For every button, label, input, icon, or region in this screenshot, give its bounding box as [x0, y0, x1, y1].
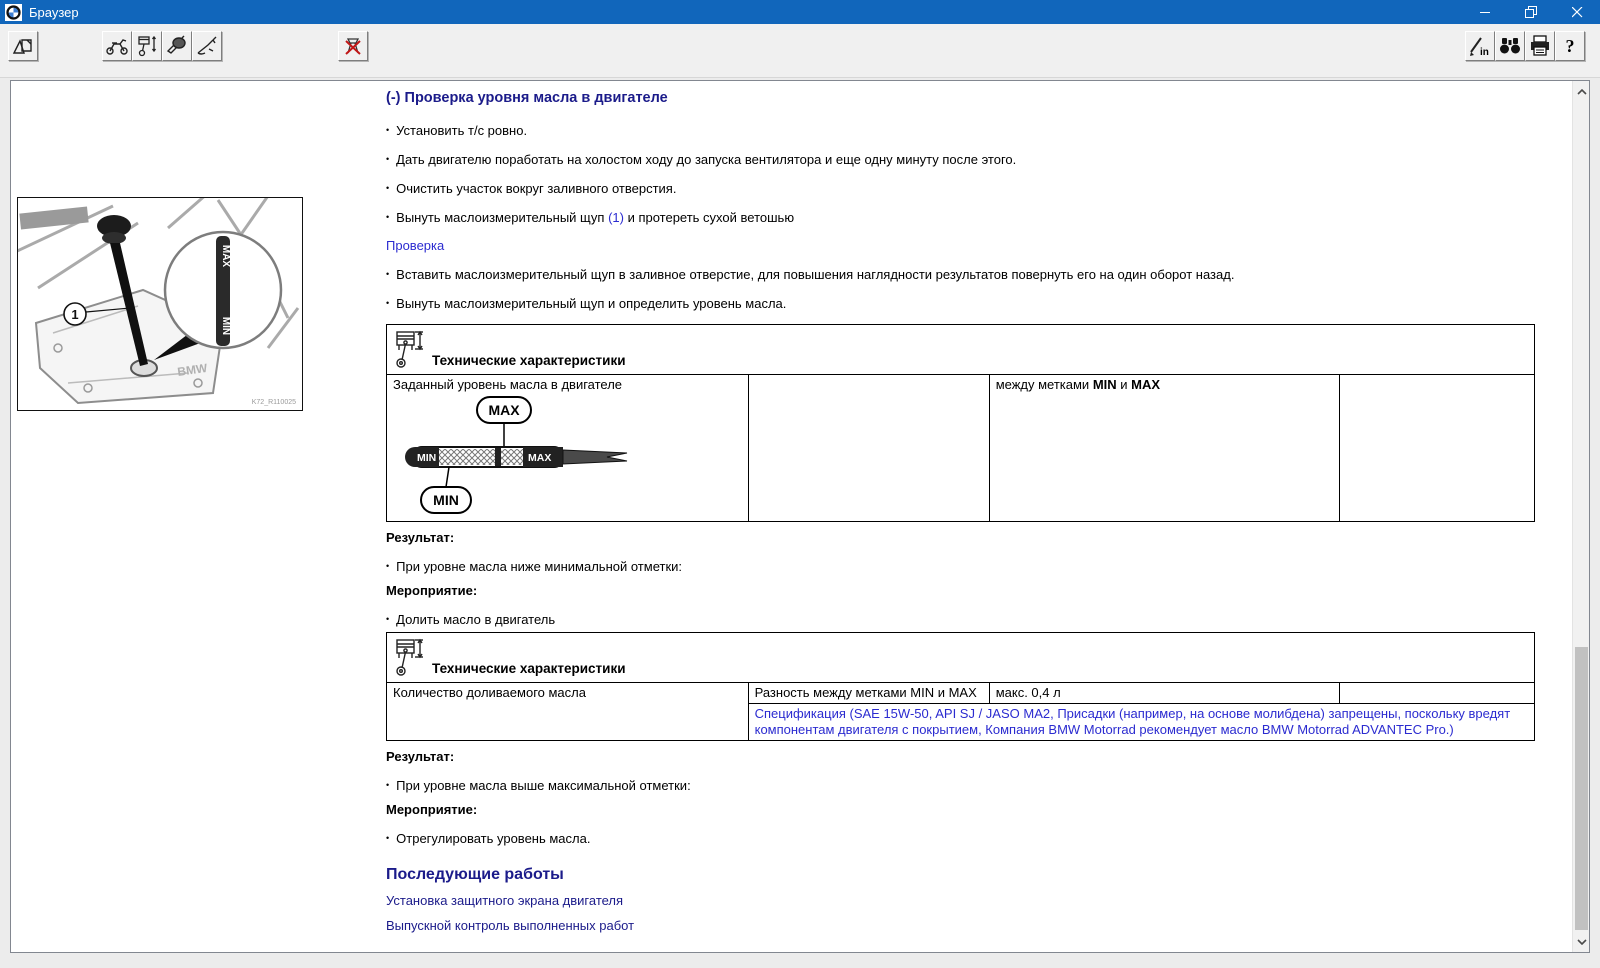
graphic-hotspot-icon: [12, 36, 34, 56]
empty-cell: [748, 375, 989, 522]
instruction-step: Вынуть маслоизмерительный щуп (1) и прот…: [386, 209, 1535, 226]
print-button[interactable]: [1525, 31, 1555, 61]
oil-spec-cell: Спецификация (SAE 15W-50, API SJ / JASO …: [748, 704, 1534, 741]
svg-text:in: in: [1480, 47, 1489, 57]
search-button[interactable]: [1495, 31, 1525, 61]
followup-link-engine-guard[interactable]: Установка защитного экрана двигателя: [386, 893, 1535, 909]
operating-fluids-button[interactable]: [162, 31, 192, 61]
svg-text:MIN: MIN: [433, 492, 459, 508]
svg-text:MIN: MIN: [417, 452, 436, 464]
chevron-down-icon: [1577, 939, 1587, 945]
table-header-label: Технические характеристики: [432, 353, 626, 370]
figure-callout-1: 1: [71, 307, 78, 322]
check-heading-link[interactable]: Проверка: [386, 238, 1535, 254]
spec-table-refill: Технические характеристики Количество до…: [386, 632, 1535, 741]
refill-value-cell: макс. 0,4 л: [989, 683, 1339, 704]
content-area: BMW MAX MIN 1 K72_R110025 (-) Проверка у…: [10, 80, 1590, 953]
maximize-button[interactable]: [1508, 0, 1554, 24]
chevron-up-icon: [1577, 89, 1587, 95]
action-label: Мероприятие:: [386, 583, 1535, 599]
instruction-step: Установить т/с ровно.: [386, 122, 1535, 139]
figure-caption: K72_R110025: [252, 399, 296, 406]
units-button[interactable]: in: [1465, 31, 1495, 61]
window-title: Браузер: [29, 5, 79, 20]
svg-text:?: ?: [1566, 36, 1575, 56]
oil-can-icon: [166, 35, 188, 57]
instruction-step: Дать двигателю поработать на холостом хо…: [386, 151, 1535, 168]
action-step: Отрегулировать уровень масла.: [386, 830, 1535, 847]
scroll-up-button[interactable]: [1573, 83, 1590, 100]
close-button[interactable]: [1554, 0, 1600, 24]
question-mark-icon: ?: [1560, 35, 1580, 57]
svg-text:MAX: MAX: [488, 402, 520, 418]
oil-level-value-cell: между метками MIN и MAX: [989, 375, 1339, 522]
dipstick-diagram: MAX MIN MAX: [397, 395, 707, 515]
collapse-toggle[interactable]: (-): [386, 90, 401, 106]
engine-figure: BMW MAX MIN 1 K72_R110025: [17, 197, 303, 411]
document: (-) Проверка уровня масла в двигателе Ус…: [386, 81, 1535, 943]
table-header-label: Технические характеристики: [432, 661, 626, 678]
hide-special-tools-button[interactable]: [338, 31, 368, 61]
refill-param-cell: Разность между метками MIN и MAX: [748, 683, 989, 704]
piston-icon: [393, 328, 423, 370]
instruction-step: Вставить маслоизмерительный щуп в заливн…: [386, 266, 1535, 283]
help-button[interactable]: ?: [1555, 31, 1585, 61]
printer-icon: [1528, 35, 1552, 57]
graphics-view-button[interactable]: [8, 31, 38, 61]
svg-text:MAX: MAX: [528, 452, 551, 464]
page-title-text: Проверка уровня масла в двигателе: [405, 90, 668, 106]
action-step: Долить масло в двигатель: [386, 611, 1535, 628]
instruction-step: Вынуть маслоизмерительный щуп и определи…: [386, 295, 1535, 312]
spec-table-oil-level: Технические характеристики Заданный уров…: [386, 324, 1535, 522]
hand-tool-icon: [195, 35, 219, 57]
repair-instructions-button[interactable]: [192, 31, 222, 61]
window-titlebar: Браузер: [0, 0, 1600, 24]
page-title: (-) Проверка уровня масла в двигателе: [386, 90, 1535, 106]
vehicle-button[interactable]: [102, 31, 132, 61]
vertical-scrollbar[interactable]: [1572, 81, 1589, 952]
followup-heading: Последующие работы: [386, 867, 1535, 883]
result-condition: При уровне масла выше максимальной отмет…: [386, 777, 1535, 794]
empty-cell: [1339, 375, 1534, 522]
followup-link-final-check[interactable]: Выпускной контроль выполненных работ: [386, 918, 1535, 934]
scroll-thumb[interactable]: [1575, 647, 1588, 930]
callout-1-link[interactable]: (1): [608, 210, 624, 225]
instruction-step: Очистить участок вокруг заливного отверс…: [386, 180, 1535, 197]
minimize-button[interactable]: [1462, 0, 1508, 24]
status-bar: [0, 953, 1600, 968]
piston-icon: [393, 636, 423, 678]
result-label: Результат:: [386, 530, 1535, 546]
scroll-down-button[interactable]: [1573, 933, 1590, 950]
result-condition: При уровне масла ниже минимальной отметк…: [386, 558, 1535, 575]
magnifier-min-label: MIN: [220, 317, 231, 335]
binoculars-icon: [1498, 36, 1522, 56]
empty-cell: [1339, 683, 1534, 704]
toolbar: in ?: [0, 24, 1600, 78]
refill-label-cell: Количество доливаемого масла: [387, 683, 749, 741]
result-label: Результат:: [386, 749, 1535, 765]
pencil-inches-icon: in: [1468, 35, 1492, 57]
oil-level-label-cell: Заданный уровень масла в двигателе MAX: [387, 375, 749, 522]
piston-gauge-icon: [136, 35, 158, 57]
action-label: Мероприятие:: [386, 802, 1535, 818]
tool-crossed-out-icon: [342, 35, 364, 57]
motorcycle-icon: [105, 36, 129, 56]
magnifier-max-label: MAX: [220, 245, 231, 268]
bmw-logo-icon: [5, 4, 22, 21]
technical-data-button[interactable]: [132, 31, 162, 61]
